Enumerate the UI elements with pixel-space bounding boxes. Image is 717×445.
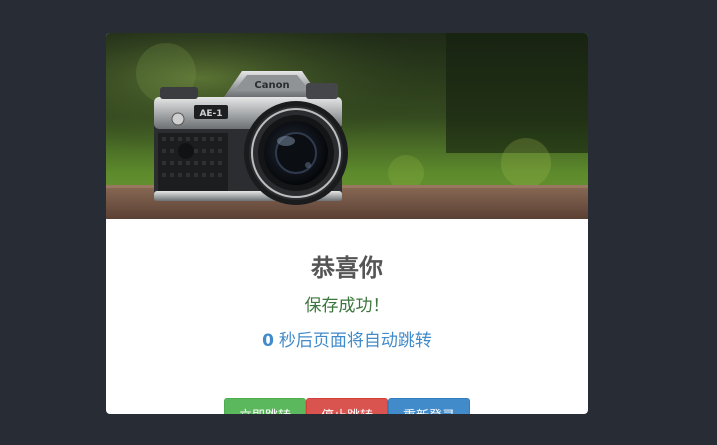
jump-now-button[interactable]: 立即跳转 [224,398,306,414]
relogin-button[interactable]: 重新登录 [388,398,470,414]
save-success-message: 保存成功！ [304,296,390,316]
success-card: Canon AE-1 恭喜你 保存成功！ 0 秒后页面将自动跳转 [106,33,588,414]
countdown-message: 0 秒后页面将自动跳转 [106,330,588,352]
card-content: 恭喜你 保存成功！ 0秒后页面将自动跳转 立即跳转 停止跳转 重新登录 [106,219,588,414]
stop-jump-button[interactable]: 停止跳转 [306,398,388,414]
camera-model-label: AE-1 [199,109,222,119]
camera-brand-label: Canon [254,80,289,91]
countdown-number: 0 [262,331,274,351]
congrats-title: 恭喜你 [311,254,383,282]
countdown-text: 秒后页面将自动跳转 [278,331,432,351]
action-buttons: 立即跳转 停止跳转 重新登录 [224,398,470,414]
camera-hero-image: Canon AE-1 [106,33,588,219]
page: Canon AE-1 恭喜你 保存成功！ 0 秒后页面将自动跳转 [0,0,717,445]
